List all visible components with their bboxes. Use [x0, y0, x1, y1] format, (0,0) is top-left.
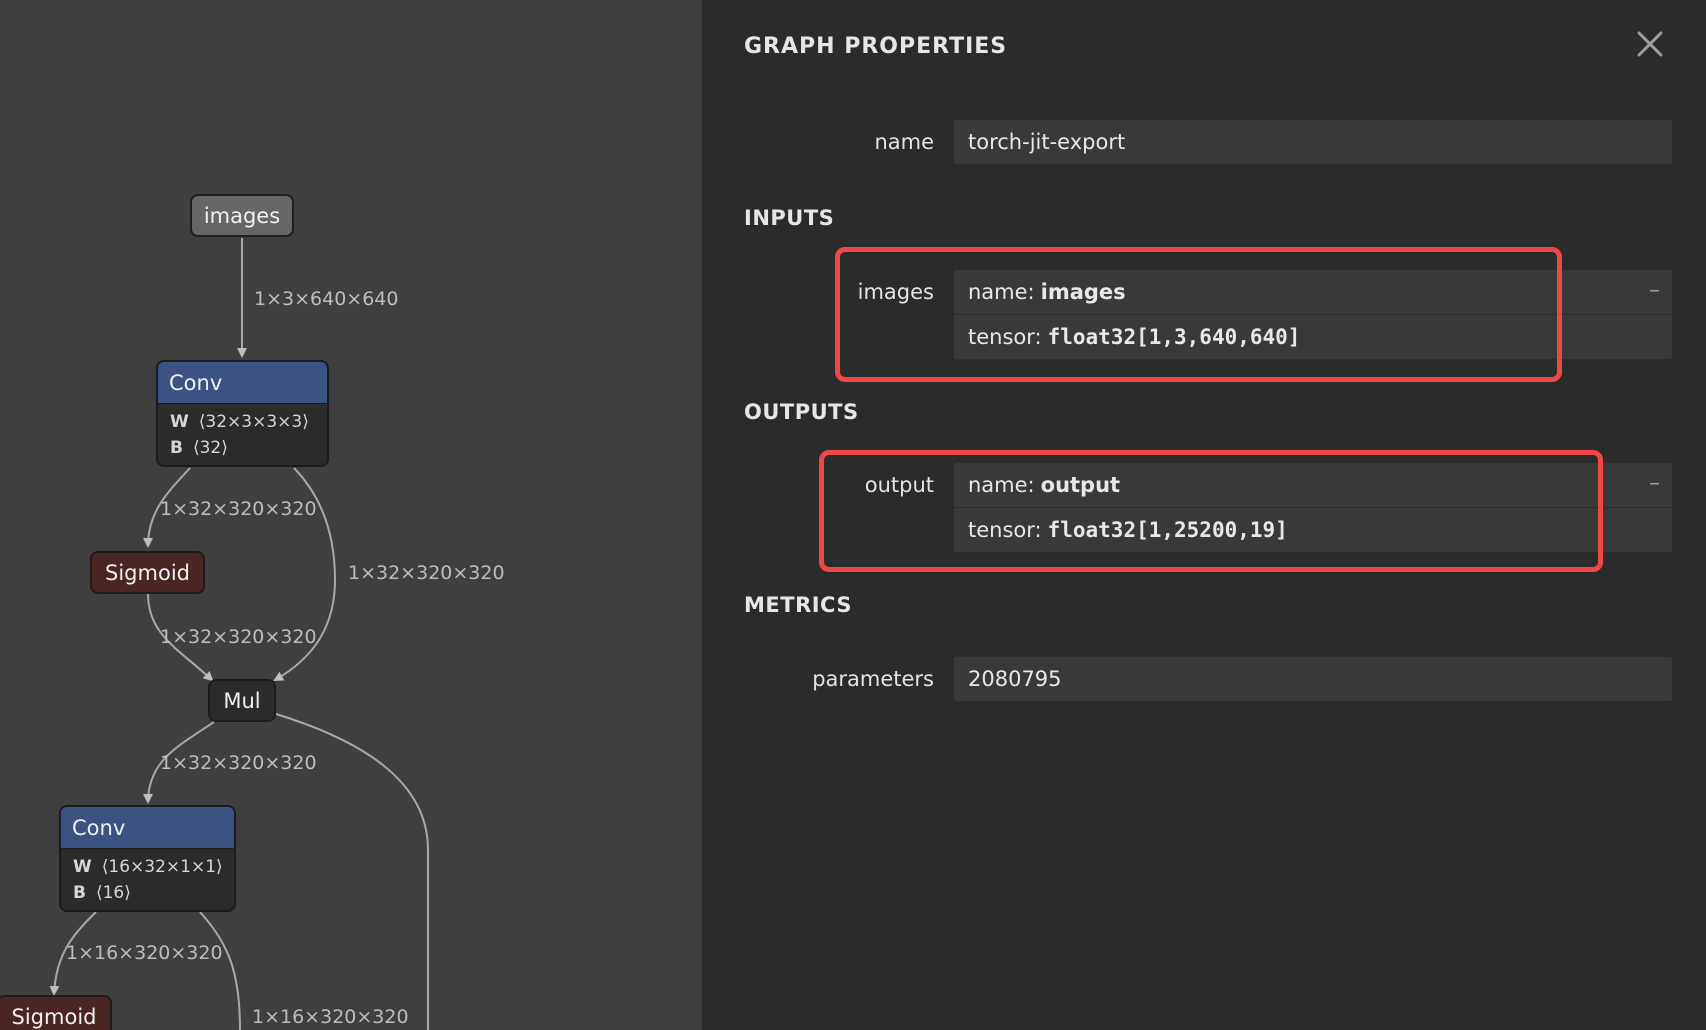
input-value-box[interactable]: name: images tensor: float32[1,3,640,640] …	[954, 270, 1672, 359]
graph-canvas[interactable]: images Conv W ⟨32×3×3×3⟩ B ⟨32⟩ Sigmoid Mu…	[0, 0, 702, 1030]
output-name-line: name: output	[968, 473, 1121, 497]
node-mul[interactable]: Mul	[208, 679, 276, 722]
node-images-input[interactable]: images	[190, 194, 294, 237]
metrics-header: METRICS	[744, 593, 852, 617]
graph-properties-panel: GRAPH PROPERTIES name torch-jit-export I…	[702, 0, 1706, 1030]
input-collapse-button[interactable]: –	[1649, 278, 1660, 303]
edge-conv2-down	[199, 911, 241, 1030]
node-attr-w: W ⟨32×3×3×3⟩	[170, 412, 309, 432]
input-tensor-line: tensor: float32[1,3,640,640]	[954, 314, 1672, 359]
edge-label: 1×32×320×320	[160, 498, 317, 520]
panel-title: GRAPH PROPERTIES	[744, 34, 1008, 59]
edge-label: 1×3×640×640	[254, 288, 399, 310]
node-conv-2[interactable]: Conv W ⟨16×32×1×1⟩ B ⟨16⟩	[59, 805, 236, 912]
node-label: Mul	[223, 688, 261, 713]
name-value: torch-jit-export	[968, 130, 1126, 154]
node-label: Conv	[158, 362, 327, 404]
output-value-box[interactable]: name: output tensor: float32[1,25200,19] –	[954, 463, 1672, 552]
edge-label: 1×16×320×320	[252, 1006, 409, 1028]
parameters-value: 2080795	[968, 667, 1062, 691]
edge-label: 1×16×320×320	[66, 942, 223, 964]
outputs-header: OUTPUTS	[744, 400, 859, 424]
node-label: Conv	[61, 807, 234, 849]
node-label: Sigmoid	[11, 1004, 97, 1029]
node-label: images	[203, 203, 281, 228]
inputs-header: INPUTS	[744, 206, 835, 230]
close-icon[interactable]	[1634, 28, 1666, 60]
node-sigmoid-2[interactable]: Sigmoid	[0, 995, 112, 1030]
input-name-line: name: images	[968, 280, 1126, 304]
node-conv-1[interactable]: Conv W ⟨32×3×3×3⟩ B ⟨32⟩	[156, 360, 329, 467]
output-tensor-line: tensor: float32[1,25200,19]	[954, 507, 1672, 552]
parameters-value-box[interactable]: 2080795	[954, 657, 1672, 701]
input-label: images	[857, 280, 934, 304]
edge-label: 1×32×320×320	[160, 626, 317, 648]
node-attr-b: B ⟨16⟩	[73, 883, 131, 903]
edge-label: 1×32×320×320	[160, 752, 317, 774]
name-value-box[interactable]: torch-jit-export	[954, 120, 1672, 164]
name-label: name	[874, 130, 934, 154]
edge-label: 1×32×320×320	[348, 562, 505, 584]
parameters-label: parameters	[812, 667, 934, 691]
node-attr-w: W ⟨16×32×1×1⟩	[73, 857, 223, 877]
node-attr-b: B ⟨32⟩	[170, 438, 228, 458]
node-label: Sigmoid	[105, 560, 190, 585]
output-collapse-button[interactable]: –	[1649, 471, 1660, 496]
output-label: output	[864, 473, 934, 497]
node-sigmoid-1[interactable]: Sigmoid	[90, 551, 205, 594]
